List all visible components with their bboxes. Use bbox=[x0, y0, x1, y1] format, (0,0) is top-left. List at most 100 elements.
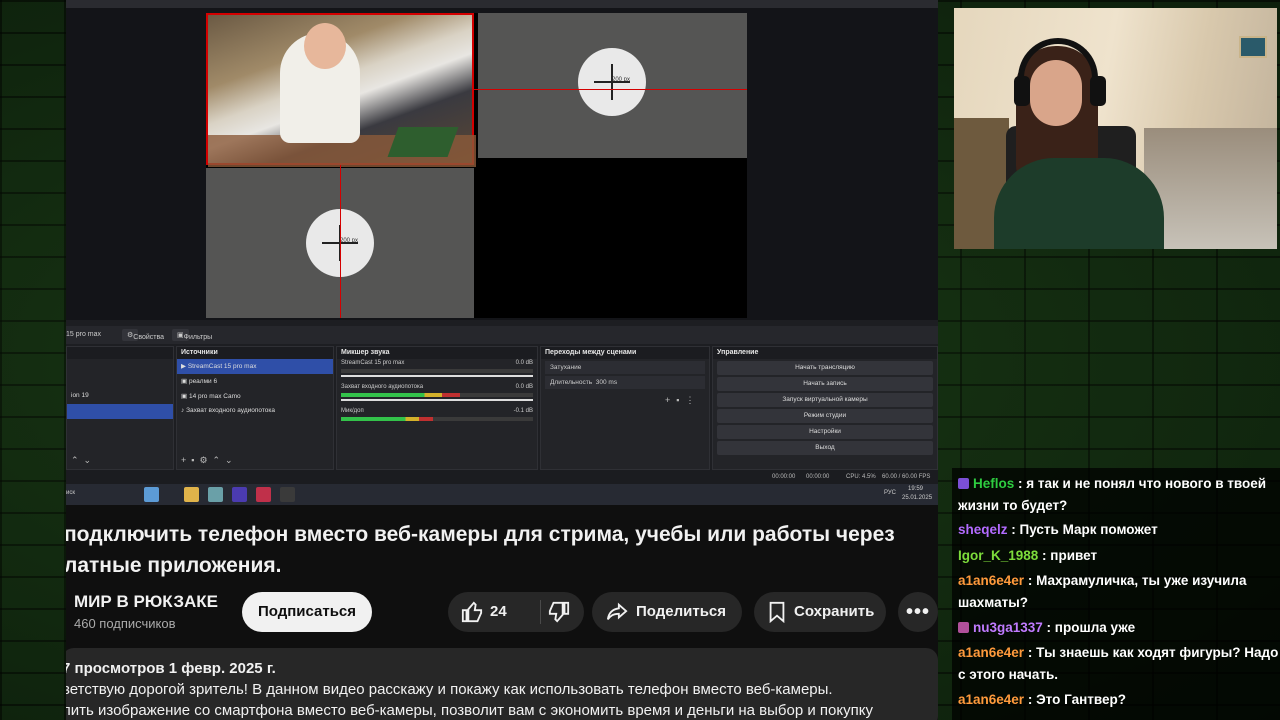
source-controls[interactable]: +▪⚙⌃⌄ bbox=[181, 455, 238, 466]
chat-text: Это Гантвер? bbox=[1036, 692, 1126, 707]
chat-message: a1an6e4er : Махрамуличка, ты уже изучила… bbox=[958, 573, 1247, 610]
cpu-usage: CPU: 4.5% bbox=[846, 474, 876, 480]
audio-mixer-dock: Микшер звука StreamCast 15 pro max 0.0 dB… bbox=[336, 346, 538, 470]
more-actions-icon[interactable]: ••• bbox=[898, 592, 938, 632]
studio-mode-button[interactable]: Режим студии bbox=[717, 409, 933, 423]
source-placeholder-top-right[interactable]: 200 px bbox=[478, 13, 747, 158]
bookmark-icon bbox=[769, 601, 785, 623]
chat-nick[interactable]: sheqelz bbox=[958, 522, 1008, 537]
volume-meter bbox=[341, 369, 533, 373]
circle-label: 200 px bbox=[612, 77, 631, 83]
fps-readout: 60.00 / 60.00 FPS bbox=[882, 474, 931, 480]
sources-dock: Источники ▶ StreamCast 15 pro max ▣ реал… bbox=[176, 346, 334, 470]
description-line: ветствую дорогой зритель! В данном видео… bbox=[66, 681, 833, 698]
dock-title: Микшер звука bbox=[337, 347, 537, 359]
scene-name: 15 pro max bbox=[66, 331, 102, 338]
exit-button[interactable]: Выход bbox=[717, 441, 933, 455]
share-label: Поделиться bbox=[636, 603, 727, 620]
source-row[interactable]: ▣ 14 pro max Camo bbox=[177, 389, 333, 404]
person-head bbox=[304, 23, 346, 69]
chat-nick[interactable]: a1an6e4er bbox=[958, 573, 1024, 588]
mixer-channel-label: Захват входного аудиопотока 0.0 dB bbox=[341, 384, 533, 390]
transition-select[interactable]: Затухание bbox=[545, 361, 705, 374]
filters-button[interactable]: ▣ Фильтры bbox=[172, 329, 212, 341]
save-button[interactable]: Сохранить bbox=[754, 592, 886, 632]
channel-name[interactable]: МИР В РЮКЗАКЕ bbox=[74, 592, 218, 612]
chat-message: Heflos : я так и не понял что нового в т… bbox=[958, 476, 1267, 513]
app-icon[interactable] bbox=[144, 487, 159, 502]
volume-slider[interactable] bbox=[341, 375, 533, 377]
dislike-button[interactable] bbox=[541, 592, 584, 632]
youtube-watch-info: подключить телефон вместо веб-камеры для… bbox=[66, 505, 938, 720]
controls-dock: Управление Начать трансляцию Начать запи… bbox=[712, 346, 938, 470]
description-box[interactable]: 7 просмотров 1 февр. 2025 г. ветствую до… bbox=[66, 648, 938, 720]
settings-button[interactable]: Настройки bbox=[717, 425, 933, 439]
obs-preview[interactable]: 200 px 200 px bbox=[66, 8, 938, 320]
dock-title: Переходы между сценами bbox=[541, 347, 709, 359]
scene-controls[interactable]: ⌃⌄ bbox=[71, 455, 96, 466]
thumbs-down-icon bbox=[548, 601, 570, 623]
headset-earcup bbox=[1014, 76, 1030, 106]
subscriber-badge-icon bbox=[958, 622, 969, 633]
clock-time: 19:59 bbox=[908, 486, 924, 492]
obs-canvas[interactable]: 200 px 200 px bbox=[206, 13, 747, 318]
dock-title: Источники bbox=[177, 347, 333, 359]
app-icon[interactable] bbox=[280, 487, 295, 502]
source-row[interactable]: ♪ Захват входного аудиопотока bbox=[177, 404, 333, 419]
obs-properties-bar: 15 pro max ⚙ Свойства ▣ Фильтры bbox=[66, 326, 938, 344]
source-camera-feed[interactable] bbox=[206, 13, 476, 167]
taskbar-search[interactable]: иск bbox=[66, 490, 75, 496]
volume-slider[interactable] bbox=[341, 399, 533, 401]
chat-nick[interactable]: Heflos bbox=[973, 476, 1014, 491]
subscriber-badge-icon bbox=[958, 478, 969, 489]
like-count: 24 bbox=[490, 603, 507, 620]
scene-row-selected[interactable] bbox=[67, 404, 173, 419]
crosshair-icon: 200 px bbox=[578, 48, 646, 116]
keyboard bbox=[387, 127, 459, 157]
like-dislike-group: 24 bbox=[448, 592, 584, 632]
guide-line bbox=[474, 89, 747, 90]
scene-row[interactable]: ion 19 bbox=[67, 389, 173, 404]
like-button[interactable]: 24 bbox=[448, 592, 540, 632]
source-row[interactable]: ▣ реалми 6 bbox=[177, 374, 333, 389]
chat-nick[interactable]: a1an6e4er bbox=[958, 692, 1024, 707]
source-row[interactable]: ▶ StreamCast 15 pro max bbox=[177, 359, 333, 374]
scene-row[interactable] bbox=[67, 374, 173, 389]
start-record-button[interactable]: Начать запись bbox=[717, 377, 933, 391]
record-time: 00:00:00 bbox=[806, 474, 830, 480]
subscribe-button[interactable]: Подписаться bbox=[242, 592, 372, 632]
chat-text: привет bbox=[1050, 548, 1098, 563]
chat-nick[interactable]: nu3ga1337 bbox=[973, 620, 1043, 635]
chat-text: Пусть Марк поможет bbox=[1019, 522, 1158, 537]
app-icon[interactable] bbox=[256, 487, 271, 502]
chat-message: sheqelz : Пусть Марк поможет bbox=[958, 522, 1158, 537]
obs-docks: ion 19 ⌃⌄ Источники ▶ StreamCast 15 pro … bbox=[66, 346, 938, 470]
windows-taskbar: иск РУС 19:59 25.01.2025 bbox=[66, 484, 938, 505]
stream-time: 00:00:00 bbox=[772, 474, 796, 480]
duration-field[interactable]: Длительность 300 ms bbox=[545, 376, 705, 389]
circle-label: 200 px bbox=[340, 238, 359, 244]
transitions-dock: Переходы между сценами Затухание Длитель… bbox=[540, 346, 710, 470]
obs-menubar[interactable] bbox=[66, 0, 938, 8]
clock-date: 25.01.2025 bbox=[902, 495, 933, 501]
subscriber-count: 460 подписчиков bbox=[74, 616, 176, 631]
virtual-camera-button[interactable]: Запуск виртуальной камеры bbox=[717, 393, 933, 407]
obs-icon[interactable] bbox=[232, 487, 247, 502]
scene-row[interactable] bbox=[67, 359, 173, 374]
chat-nick[interactable]: Igor_K_1988 bbox=[958, 548, 1038, 563]
share-button[interactable]: Поделиться bbox=[592, 592, 742, 632]
app-icon[interactable] bbox=[208, 487, 223, 502]
dock-title: Управление bbox=[713, 347, 937, 359]
volume-meter bbox=[341, 393, 533, 397]
wall-picture bbox=[1239, 36, 1267, 58]
scenes-dock: ion 19 ⌃⌄ bbox=[66, 346, 174, 470]
save-label: Сохранить bbox=[794, 603, 875, 620]
language-indicator[interactable]: РУС bbox=[884, 490, 896, 496]
transition-controls[interactable]: +▪⋮ bbox=[541, 391, 709, 406]
dock-title bbox=[67, 347, 173, 359]
properties-button[interactable]: ⚙ Свойства bbox=[122, 329, 164, 341]
chat-nick[interactable]: a1an6e4er bbox=[958, 645, 1024, 660]
mixer-channel-label: Мик/доп -0.1 dB bbox=[341, 408, 533, 414]
folder-icon[interactable] bbox=[184, 487, 199, 502]
start-stream-button[interactable]: Начать трансляцию bbox=[717, 361, 933, 375]
